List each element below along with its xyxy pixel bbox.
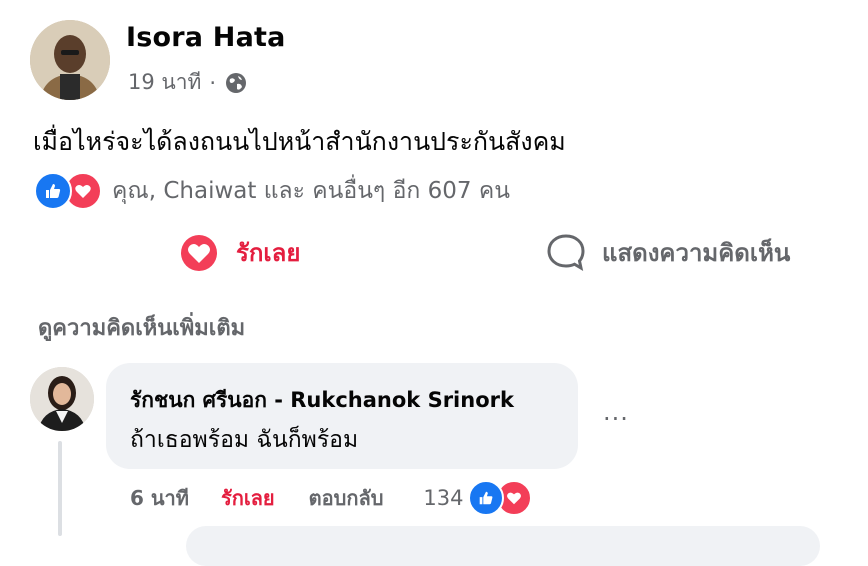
like-icon [467,480,504,516]
comment-actions: 6 นาที รักเลย ตอบกลับ 134 [130,480,532,516]
reactions-summary[interactable]: คุณ, Chaiwat และ คนอื่นๆ อีก 607 คน [34,172,510,210]
comment-text: ถ้าเธอพร้อม ฉันก็พร้อม [130,427,359,453]
post-meta: 19 นาที · [128,66,248,99]
reply-bubble [186,526,820,566]
love-button-label: รักเลย [236,239,301,267]
view-more-comments-link[interactable]: ดูความคิดเห็นเพิ่มเติม [38,310,245,345]
comment-time[interactable]: 6 นาที [130,482,189,514]
reactions-text[interactable]: คุณ, Chaiwat และ คนอื่นๆ อีก 607 คน [112,173,510,209]
commenter-name[interactable]: รักชนก ศรีนอก - Rukchanok Srinork [130,384,514,417]
post-author-name[interactable]: Isora Hata [126,22,286,53]
comment-options-button[interactable]: ··· [603,405,629,433]
author-avatar[interactable] [30,20,110,100]
post-text: เมื่อไหร่จะได้ลงถนนไปหน้าสำนักงานประกันส… [33,127,566,156]
post-time[interactable]: 19 นาที [128,66,201,99]
comment-reply-button[interactable]: ตอบกลับ [309,482,384,514]
love-button[interactable]: รักเลย [180,233,300,272]
globe-icon[interactable] [224,71,248,95]
like-icon [34,172,72,210]
commenter-avatar[interactable] [30,367,94,431]
comment-button-label: แสดงความคิดเห็น [602,238,791,267]
comment-thread-line [58,441,62,536]
love-icon [181,234,217,271]
comment-reaction-count[interactable]: 134 [423,486,463,510]
comment-button[interactable]: แสดงความคิดเห็น [546,232,790,272]
comment-love-button[interactable]: รักเลย [221,482,275,514]
meta-separator: · [209,70,217,95]
comment-icon [547,234,585,272]
